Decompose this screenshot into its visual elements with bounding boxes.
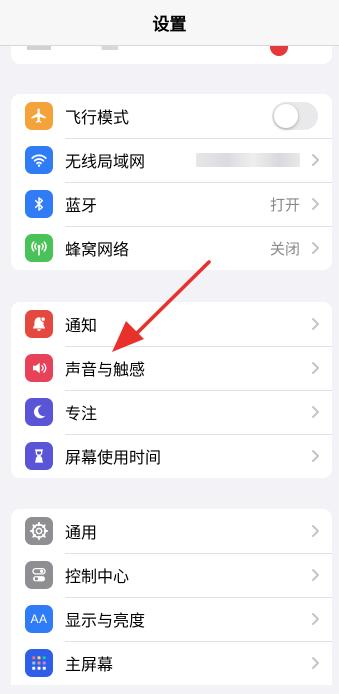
home-screen-label: 主屏幕: [65, 655, 114, 674]
display-brightness-label: 显示与亮度: [65, 611, 146, 630]
focus-row[interactable]: 专注: [11, 390, 332, 434]
general-row[interactable]: 通用: [11, 509, 332, 553]
general-group: 通用 控制中心 AA 显示与亮度 主屏幕: [11, 509, 332, 685]
bluetooth-icon: [25, 190, 53, 218]
home-grid-icon: [25, 649, 53, 677]
chevron-right-icon: [312, 525, 319, 537]
connectivity-group: 飞行模式 无线局域网 蓝牙 打开 蜂窝网络 关闭: [11, 94, 332, 270]
bell-icon: [25, 310, 53, 338]
chevron-right-icon: [312, 613, 319, 625]
control-center-row[interactable]: 控制中心: [11, 553, 332, 597]
chevron-right-icon: [312, 242, 319, 254]
switches-icon: [25, 561, 53, 589]
display-brightness-row[interactable]: AA 显示与亮度: [11, 597, 332, 641]
focus-label: 专注: [65, 404, 98, 423]
notifications-label: 通知: [65, 316, 98, 335]
cellular-label: 蜂窝网络: [65, 240, 130, 259]
chevron-right-icon: [312, 318, 319, 330]
chevron-right-icon: [312, 406, 319, 418]
home-screen-row[interactable]: 主屏幕: [11, 641, 332, 685]
chevron-right-icon: [312, 154, 319, 166]
screen-time-label: 屏幕使用时间: [65, 448, 162, 467]
bluetooth-label: 蓝牙: [65, 196, 98, 215]
airplane-mode-label: 飞行模式: [65, 108, 130, 127]
notifications-row[interactable]: 通知: [11, 302, 332, 346]
control-center-label: 控制中心: [65, 567, 130, 586]
speaker-icon: [25, 354, 53, 382]
moon-icon: [25, 398, 53, 426]
chevron-right-icon: [312, 362, 319, 374]
general-label: 通用: [65, 523, 98, 542]
sounds-haptics-label: 声音与触感: [65, 360, 146, 379]
cellular-status: 关闭: [269, 239, 300, 258]
chevron-right-icon: [312, 569, 319, 581]
gear-icon: [25, 517, 53, 545]
sounds-haptics-row[interactable]: 声音与触感: [11, 346, 332, 390]
cellular-icon: [25, 234, 53, 262]
wifi-network-name-obscured: [196, 153, 300, 167]
wifi-label: 无线局域网: [65, 152, 146, 171]
chevron-right-icon: [312, 198, 319, 210]
text-size-icon: AA: [25, 605, 53, 633]
navigation-bar: 设置: [0, 0, 339, 46]
airplane-mode-row: 飞行模式: [11, 94, 332, 138]
text-size-icon-glyph: AA: [30, 612, 48, 626]
bluetooth-status: 打开: [269, 195, 300, 214]
wifi-icon: [25, 146, 53, 174]
chevron-right-icon: [312, 450, 319, 462]
scrolled-group-remnant: [11, 46, 332, 64]
chevron-right-icon: [312, 657, 319, 669]
airplane-icon: [25, 102, 53, 130]
airplane-mode-toggle[interactable]: [272, 102, 318, 130]
hourglass-icon: [25, 442, 53, 470]
notifications-group: 通知 声音与触感 专注 屏幕使用时间: [11, 302, 332, 478]
obscured-row-text: [27, 46, 147, 50]
notification-badge: [270, 46, 288, 56]
toggle-knob: [274, 104, 298, 128]
screen-time-row[interactable]: 屏幕使用时间: [11, 434, 332, 478]
bluetooth-row[interactable]: 蓝牙 打开: [11, 182, 332, 226]
page-title: 设置: [152, 15, 187, 35]
wifi-row[interactable]: 无线局域网: [11, 138, 332, 182]
cellular-row[interactable]: 蜂窝网络 关闭: [11, 226, 332, 270]
